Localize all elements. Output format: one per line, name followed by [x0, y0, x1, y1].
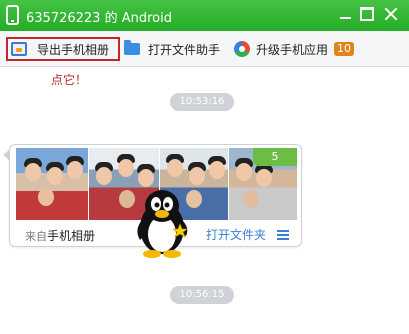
menu-icon[interactable]	[277, 230, 289, 240]
timestamp: 10:56:15	[170, 286, 234, 304]
source-prefix: 来自	[25, 230, 47, 243]
upgrade-apps-button[interactable]: 升级手机应用 10	[234, 37, 355, 61]
export-album-label: 导出手机相册	[37, 42, 110, 57]
hint-text: 点它！	[51, 73, 88, 87]
source-name: 手机相册	[47, 229, 96, 243]
upgrade-count-badge: 10	[334, 42, 355, 56]
phone-icon	[6, 5, 19, 25]
minimize-button[interactable]	[339, 7, 353, 21]
source-label: 来自手机相册	[25, 227, 95, 244]
upgrade-app-icon	[234, 41, 250, 57]
open-folder-link[interactable]: 打开文件夹	[206, 226, 266, 243]
close-button[interactable]	[384, 7, 398, 21]
folder-icon	[124, 40, 140, 55]
export-photo-icon	[11, 42, 27, 56]
photo-thumbnail[interactable]: 5	[229, 148, 297, 220]
qq-penguin-icon[interactable]	[132, 186, 192, 258]
photo-count-badge: 5	[253, 148, 297, 166]
file-helper-label: 打开文件助手	[148, 42, 221, 57]
toolbar: 导出手机相册 打开文件助手 升级手机应用 10	[0, 31, 409, 67]
window-title: 635726223 的 Android	[26, 11, 172, 26]
maximize-button[interactable]	[360, 7, 374, 21]
photo-thumbnail[interactable]	[16, 148, 88, 220]
open-file-helper-button[interactable]: 打开文件助手	[124, 37, 220, 61]
upgrade-apps-label: 升级手机应用	[256, 42, 329, 57]
export-album-button[interactable]: 导出手机相册	[6, 37, 120, 61]
timestamp: 10:53:16	[170, 93, 234, 111]
title-bar: 635726223 的 Android	[0, 0, 409, 31]
